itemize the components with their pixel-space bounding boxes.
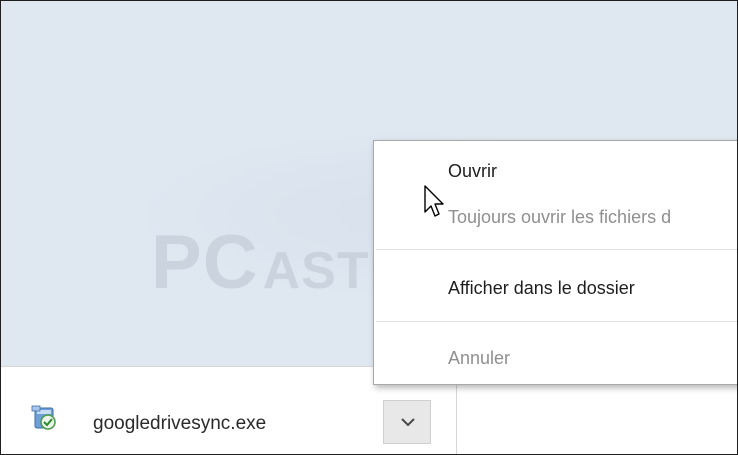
menu-item-cancel: Annuler xyxy=(448,348,511,368)
chevron-down-icon xyxy=(401,418,415,427)
download-file-name: googledrivesync.exe xyxy=(93,413,267,434)
menu-item-open[interactable]: Ouvrir xyxy=(374,161,737,182)
browser-window: PCASTUCES googledrivesync.exe O xyxy=(0,0,738,455)
mouse-cursor-icon xyxy=(424,185,444,217)
watermark-brand-primary: PC xyxy=(151,220,259,305)
download-context-menu: Ouvrir Toujours ouvrir les fichiers d Af… xyxy=(373,140,737,385)
download-menu-button[interactable] xyxy=(383,400,431,444)
menu-item-show-in-folder[interactable]: Afficher dans le dossier xyxy=(374,278,737,299)
menu-divider xyxy=(376,321,737,322)
installer-icon xyxy=(31,405,61,433)
menu-divider xyxy=(376,249,737,250)
